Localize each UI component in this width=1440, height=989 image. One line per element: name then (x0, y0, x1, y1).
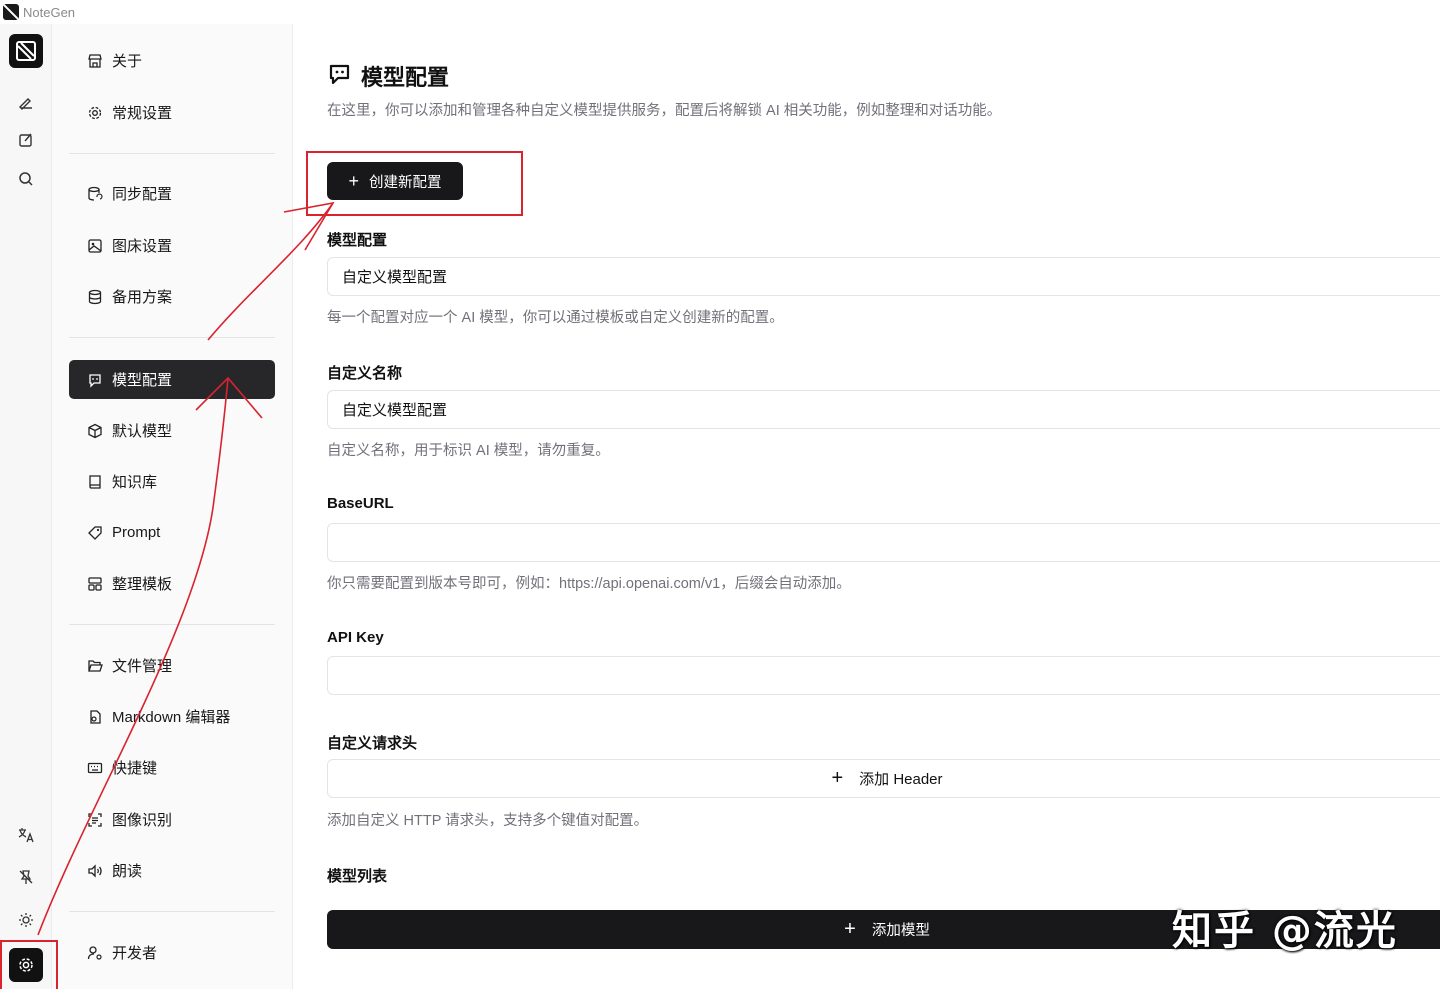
add-header-label: 添加 Header (859, 771, 943, 788)
plus-icon: + (844, 918, 856, 940)
scan-text-icon (86, 811, 104, 829)
sidebar-item-label: 文件管理 (112, 658, 173, 675)
page-header: 模型配置 (327, 60, 449, 92)
keyboard-icon (86, 759, 104, 777)
create-config-button[interactable]: + 创建新配置 (327, 162, 463, 200)
pen-icon[interactable] (14, 90, 38, 114)
sidebar-item-model-config[interactable]: 模型配置 (69, 360, 275, 399)
sidebar-item-backup[interactable]: 备用方案 (69, 277, 275, 316)
page-description: 在这里，你可以添加和管理各种自定义模型提供服务，配置后将解锁 AI 相关功能，例… (327, 103, 1002, 119)
app-title: NoteGen (23, 4, 76, 20)
database-icon (86, 288, 104, 306)
add-header-button[interactable]: + 添加 Header (327, 759, 1440, 798)
base-url-input[interactable] (327, 523, 1440, 562)
search-icon[interactable] (14, 167, 38, 191)
notegen-logo-icon[interactable] (9, 34, 43, 68)
sidebar-item-default-model[interactable]: 默认模型 (69, 411, 275, 450)
divider (69, 337, 275, 338)
sidebar-item-label: 朗读 (112, 863, 143, 880)
file-code-icon (86, 708, 104, 726)
model-config-value: 自定义模型配置 (342, 269, 448, 286)
divider (69, 153, 275, 154)
volume-icon (86, 862, 104, 880)
sidebar-item-label: 知识库 (112, 474, 158, 491)
custom-headers-label: 自定义请求头 (327, 735, 418, 752)
sidebar-item-label: Markdown 编辑器 (112, 709, 231, 726)
sidebar-item-label: 图床设置 (112, 238, 173, 255)
app-logo-icon (3, 4, 19, 20)
sidebar-item-markdown-editor[interactable]: Markdown 编辑器 (69, 697, 275, 736)
book-icon (86, 473, 104, 491)
gear-icon (86, 104, 104, 122)
sidebar-item-label: 图像识别 (112, 812, 173, 829)
model-list-label: 模型列表 (327, 868, 388, 885)
sidebar-item-read-aloud[interactable]: 朗读 (69, 851, 275, 890)
divider (69, 624, 275, 625)
custom-name-label: 自定义名称 (327, 365, 403, 382)
sidebar-item-prompt[interactable]: Prompt (69, 513, 275, 552)
sidebar-item-knowledge-base[interactable]: 知识库 (69, 462, 275, 501)
divider (69, 911, 275, 912)
box-icon (86, 422, 104, 440)
sidebar-item-label: 备用方案 (112, 289, 173, 306)
sidebar-item-shortcuts[interactable]: 快捷键 (69, 748, 275, 787)
api-key-input[interactable] (327, 656, 1440, 695)
sidebar-item-image-host[interactable]: 图床设置 (69, 226, 275, 265)
sidebar-item-general[interactable]: 常规设置 (69, 93, 275, 132)
sidebar-item-label: 整理模板 (112, 576, 173, 593)
sidebar-item-templates[interactable]: 整理模板 (69, 564, 275, 603)
settings-sidebar: 关于 常规设置 同步配置 图床设置 备用方案 模型配置 默认模型 知识库 Pro… (52, 24, 293, 989)
custom-name-help: 自定义名称，用于标识 AI 模型，请勿重复。 (327, 443, 610, 459)
sidebar-item-label: 常规设置 (112, 105, 173, 122)
create-config-label: 创建新配置 (369, 174, 442, 191)
sidebar-item-label: 模型配置 (112, 372, 173, 389)
sidebar-item-label: 快捷键 (112, 760, 158, 777)
model-config-label: 模型配置 (327, 232, 388, 249)
image-icon (86, 237, 104, 255)
sidebar-item-ocr[interactable]: 图像识别 (69, 800, 275, 839)
folder-open-icon (86, 657, 104, 675)
tag-icon (86, 524, 104, 542)
main-content: 模型配置 在这里，你可以添加和管理各种自定义模型提供服务，配置后将解锁 AI 相… (293, 24, 1440, 989)
add-model-label: 添加模型 (871, 923, 930, 939)
icon-rail (0, 24, 52, 989)
sidebar-item-label: 默认模型 (112, 423, 173, 440)
layout-icon (86, 575, 104, 593)
bot-message-icon (327, 61, 353, 92)
plus-icon: + (348, 170, 359, 191)
plus-icon: + (831, 767, 844, 789)
api-key-label: API Key (327, 629, 384, 646)
sidebar-item-file-manager[interactable]: 文件管理 (69, 646, 275, 685)
sidebar-item-developer[interactable]: 开发者 (69, 933, 275, 972)
sidebar-item-about[interactable]: 关于 (69, 41, 275, 80)
custom-name-input[interactable]: 自定义模型配置 (327, 390, 1440, 429)
page-title: 模型配置 (361, 65, 450, 90)
sidebar-item-label: 开发者 (112, 945, 158, 962)
watermark: 知乎 @流光 (1172, 908, 1398, 954)
settings-gear-icon[interactable] (9, 948, 43, 982)
database-sync-icon (86, 185, 104, 203)
edit-icon[interactable] (14, 128, 38, 152)
sidebar-item-sync[interactable]: 同步配置 (69, 174, 275, 213)
sidebar-item-label: Prompt (112, 524, 161, 541)
bot-message-icon (86, 371, 104, 389)
translate-icon[interactable] (14, 823, 38, 847)
pin-off-icon[interactable] (14, 865, 38, 889)
base-url-label: BaseURL (327, 495, 394, 512)
custom-headers-help: 添加自定义 HTTP 请求头，支持多个键值对配置。 (327, 813, 649, 829)
user-cog-icon (86, 944, 104, 962)
model-config-select[interactable]: 自定义模型配置 (327, 257, 1440, 296)
title-bar: NoteGen (0, 0, 1440, 24)
sun-icon[interactable] (14, 908, 38, 932)
store-icon (86, 52, 104, 70)
model-config-help: 每一个配置对应一个 AI 模型，你可以通过模板或自定义创建新的配置。 (327, 310, 784, 326)
sidebar-item-label: 同步配置 (112, 186, 173, 203)
custom-name-value: 自定义模型配置 (342, 402, 448, 419)
base-url-help: 你只需要配置到版本号即可，例如：https://api.openai.com/v… (327, 576, 851, 592)
sidebar-item-label: 关于 (112, 53, 143, 70)
